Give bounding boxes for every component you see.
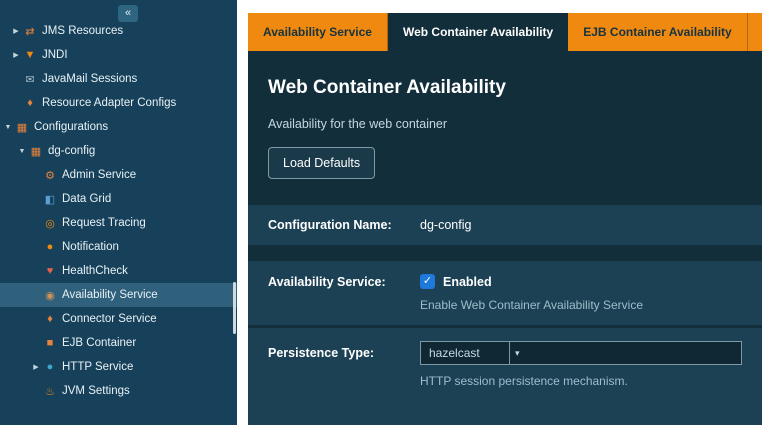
http-service-icon: ● <box>42 361 58 373</box>
jms-resources-icon: ⇄ <box>22 25 38 38</box>
sidebar-item-label: Resource Adapter Configs <box>42 97 176 109</box>
tab-bar: Availability Service Web Container Avail… <box>248 13 762 51</box>
sidebar-item-dg-config[interactable]: ▼ ▦ dg-config <box>0 139 237 163</box>
availability-service-label: Availability Service: <box>268 275 420 289</box>
sidebar-item-data-grid[interactable]: ◧ Data Grid <box>0 187 237 211</box>
sidebar-item-jndi[interactable]: ▶ ▼ JNDI <box>0 43 237 67</box>
sidebar-item-javamail-sessions[interactable]: ✉ JavaMail Sessions <box>0 67 237 91</box>
page-title: Web Container Availability <box>268 77 762 99</box>
sidebar-item-label: Availability Service <box>62 289 158 301</box>
sidebar-item-label: JMS Resources <box>42 25 123 37</box>
jndi-filter-icon: ▼ <box>22 49 38 61</box>
persistence-type-row: Persistence Type: hazelcast ▾ HTTP sessi… <box>248 328 762 425</box>
tab-availability-service[interactable]: Availability Service <box>248 13 388 51</box>
sidebar-item-http-service[interactable]: ▶ ● HTTP Service <box>0 355 237 379</box>
sidebar-item-healthcheck[interactable]: ♥ HealthCheck <box>0 259 237 283</box>
dropdown-caret-icon[interactable]: ▾ <box>509 342 525 364</box>
configuration-name-row: Configuration Name: dg-config <box>248 205 762 245</box>
sidebar-item-label: HealthCheck <box>62 265 128 277</box>
collapse-sidebar-button[interactable]: « <box>118 5 138 22</box>
data-grid-icon: ◧ <box>42 193 58 206</box>
sidebar-item-label: dg-config <box>48 145 95 157</box>
sidebar-item-label: JVM Settings <box>62 385 130 397</box>
ejb-container-icon: ■ <box>42 337 58 349</box>
sidebar-item-connector-service[interactable]: ♦ Connector Service <box>0 307 237 331</box>
load-defaults-button[interactable]: Load Defaults <box>268 147 375 179</box>
sidebar-item-label: Connector Service <box>62 313 157 325</box>
persistence-type-label: Persistence Type: <box>268 346 420 360</box>
persistence-type-selected-value: hazelcast <box>421 342 509 364</box>
sidebar-item-jms-resources[interactable]: ▶ ⇄ JMS Resources <box>0 19 237 43</box>
expand-arrow-icon[interactable]: ▶ <box>10 51 22 59</box>
sidebar-item-label: Configurations <box>34 121 108 133</box>
config-icon: ▦ <box>28 145 44 158</box>
sidebar-item-ejb-container[interactable]: ■ EJB Container <box>0 331 237 355</box>
connector-service-icon: ♦ <box>42 313 58 325</box>
persistence-help-text: HTTP session persistence mechanism. <box>420 374 742 388</box>
jvm-settings-icon: ♨ <box>42 385 58 398</box>
sidebar-item-label: Notification <box>62 241 119 253</box>
sidebar-scrollbar-thumb[interactable] <box>233 282 236 334</box>
sidebar: ▶ ⇄ JMS Resources ▶ ▼ JNDI ✉ JavaMail Se… <box>0 0 237 425</box>
collapse-arrow-icon[interactable]: ▼ <box>2 124 14 131</box>
resource-adapter-icon: ♦ <box>22 97 38 109</box>
sidebar-item-admin-service[interactable]: ⚙ Admin Service <box>0 163 237 187</box>
expand-arrow-icon[interactable]: ▶ <box>10 27 22 35</box>
tab-ejb-container-availability[interactable]: EJB Container Availability <box>568 13 747 51</box>
main-region: Availability Service Web Container Avail… <box>237 0 762 425</box>
sidebar-item-label: JNDI <box>42 49 68 61</box>
admin-service-icon: ⚙ <box>42 169 58 182</box>
healthcheck-heart-icon: ♥ <box>42 265 58 277</box>
availability-service-row: Availability Service: ✓ Enabled Enable W… <box>248 261 762 325</box>
sidebar-item-label: Data Grid <box>62 193 111 205</box>
sidebar-item-resource-adapter-configs[interactable]: ♦ Resource Adapter Configs <box>0 91 237 115</box>
sidebar-item-label: JavaMail Sessions <box>42 73 137 85</box>
sidebar-item-jvm-settings[interactable]: ♨ JVM Settings <box>0 379 237 403</box>
notification-bell-icon: ● <box>42 241 58 253</box>
sidebar-item-availability-service[interactable]: ◉ Availability Service <box>0 283 237 307</box>
configuration-name-label: Configuration Name: <box>268 218 420 232</box>
availability-service-icon: ◉ <box>42 289 58 302</box>
enabled-label: Enabled <box>443 275 492 289</box>
sidebar-item-label: EJB Container <box>62 337 136 349</box>
sidebar-item-configurations[interactable]: ▼ ▦ Configurations <box>0 115 237 139</box>
sidebar-item-label: Admin Service <box>62 169 136 181</box>
sidebar-item-label: Request Tracing <box>62 217 146 229</box>
expand-arrow-icon[interactable]: ▶ <box>30 363 42 371</box>
collapse-arrow-icon[interactable]: ▼ <box>16 148 28 155</box>
javamail-envelope-icon: ✉ <box>22 73 38 86</box>
persistence-type-select[interactable]: hazelcast ▾ <box>420 341 742 365</box>
sidebar-item-label: HTTP Service <box>62 361 133 373</box>
sidebar-item-request-tracing[interactable]: ◎ Request Tracing <box>0 211 237 235</box>
content-panel: Web Container Availability Availability … <box>248 51 762 425</box>
configuration-name-value: dg-config <box>420 218 742 232</box>
page-subtitle: Availability for the web container <box>268 117 762 131</box>
enabled-help-text: Enable Web Container Availability Servic… <box>420 298 742 312</box>
tab-web-container-availability[interactable]: Web Container Availability <box>388 13 568 51</box>
configurations-icon: ▦ <box>14 121 30 134</box>
enabled-checkbox[interactable]: ✓ <box>420 274 435 289</box>
request-tracing-magnifier-icon: ◎ <box>42 217 58 230</box>
sidebar-tree: ▶ ⇄ JMS Resources ▶ ▼ JNDI ✉ JavaMail Se… <box>0 0 237 403</box>
sidebar-item-notification[interactable]: ● Notification <box>0 235 237 259</box>
